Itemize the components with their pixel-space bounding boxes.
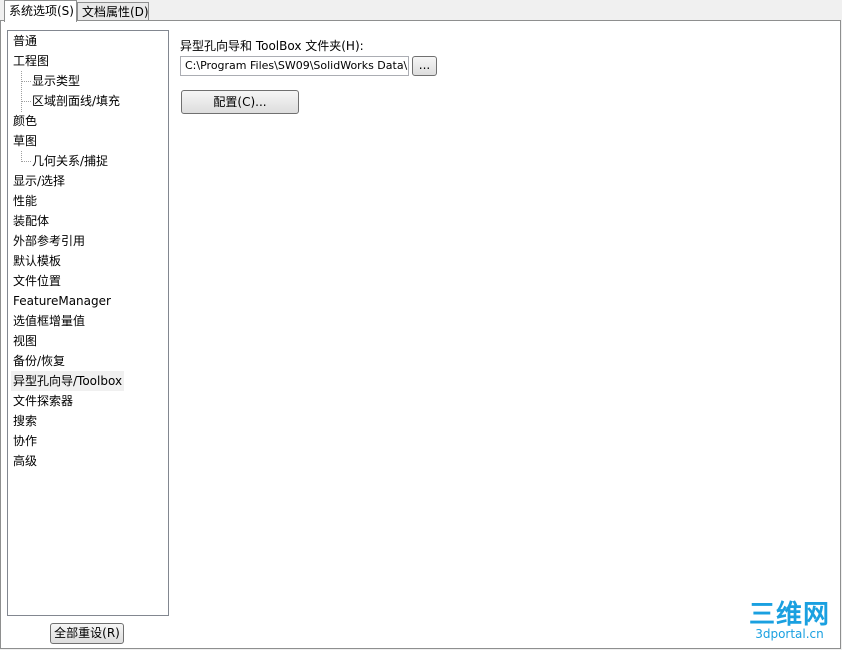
options-panel: 普通 工程图 显示类型 区域剖面线/填充 颜色 草图 几何关系/捕捉 显示/选择…: [0, 20, 841, 649]
tree-item-performance[interactable]: 性能: [11, 191, 39, 211]
tree-item-display-selection[interactable]: 显示/选择: [11, 171, 67, 191]
tab-label: 文档属性(D): [82, 5, 149, 19]
tree-item-drawings[interactable]: 工程图: [11, 51, 51, 71]
tree-item-advanced[interactable]: 高级: [11, 451, 39, 471]
tree-item-file-locations[interactable]: 文件位置: [11, 271, 63, 291]
folder-path-input[interactable]: C:\Program Files\SW09\SolidWorks Data\: [180, 56, 409, 76]
tree-item-spin-box-increments[interactable]: 选值框增量值: [11, 311, 87, 331]
folder-label: 异型孔向导和 ToolBox 文件夹(H):: [180, 39, 364, 53]
tab-system-options[interactable]: 系统选项(S): [4, 0, 77, 22]
tree-item-external-references[interactable]: 外部参考引用: [11, 231, 87, 251]
tree-item-collaboration[interactable]: 协作: [11, 431, 39, 451]
tree-connector: [21, 71, 22, 112]
tab-strip: 系统选项(S) 文档属性(D): [0, 0, 842, 22]
watermark-main: 三维网: [748, 600, 830, 630]
tab-label: 系统选项(S): [9, 4, 74, 18]
reset-all-button[interactable]: 全部重设(R): [50, 623, 124, 644]
tree-item-colors[interactable]: 颜色: [11, 111, 39, 131]
tree-item-file-explorer[interactable]: 文件探索器: [11, 391, 75, 411]
tree-item-view[interactable]: 视图: [11, 331, 39, 351]
watermark-logo: 三维网 3dportal.cn: [749, 602, 830, 640]
tree-item-sketch[interactable]: 草图: [11, 131, 39, 151]
tree-item-assemblies[interactable]: 装配体: [11, 211, 51, 231]
configure-button[interactable]: 配置(C)...: [181, 90, 299, 114]
tree-item-display-style[interactable]: 显示类型: [30, 71, 82, 91]
tree-item-area-hatch[interactable]: 区域剖面线/填充: [30, 91, 122, 111]
browse-button[interactable]: ...: [412, 56, 437, 76]
tree-item-default-templates[interactable]: 默认模板: [11, 251, 63, 271]
tree-item-search[interactable]: 搜索: [11, 411, 39, 431]
tree-item-backup-recover[interactable]: 备份/恢复: [11, 351, 67, 371]
tab-document-properties[interactable]: 文档属性(D): [77, 2, 149, 20]
options-tree: 普通 工程图 显示类型 区域剖面线/填充 颜色 草图 几何关系/捕捉 显示/选择…: [7, 30, 169, 616]
tree-item-general[interactable]: 普通: [11, 31, 39, 51]
tree-item-hole-wizard-toolbox[interactable]: 异型孔向导/Toolbox: [11, 371, 125, 391]
watermark-sub: 3dportal.cn: [755, 627, 824, 641]
tree-item-featuremanager[interactable]: FeatureManager: [11, 291, 113, 311]
tree-item-relations-snaps[interactable]: 几何关系/捕捉: [30, 151, 110, 171]
